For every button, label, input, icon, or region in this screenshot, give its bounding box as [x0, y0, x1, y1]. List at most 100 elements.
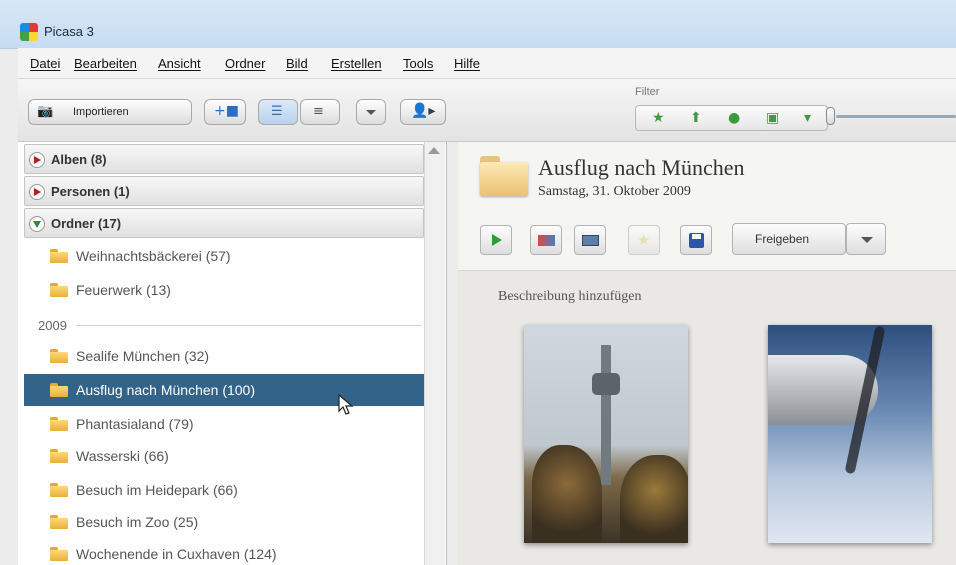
- folder-item[interactable]: Feuerwerk (13): [24, 274, 424, 306]
- add-description-field[interactable]: Beschreibung hinzufügen: [498, 289, 641, 305]
- person-icon[interactable]: ●: [728, 110, 740, 126]
- collage-button[interactable]: [530, 225, 562, 255]
- menu-ansicht[interactable]: Ansicht: [158, 56, 201, 71]
- folder-label: Sealife München (32): [76, 348, 210, 364]
- folder-label: Wasserski (66): [76, 448, 169, 464]
- star-icon: ★: [637, 231, 651, 249]
- picasa-window: Picasa 3 Datei Bearbeiten Ansicht Ordner…: [0, 0, 956, 565]
- menu-hilfe[interactable]: Hilfe: [454, 56, 480, 71]
- folder-item[interactable]: Phantasialand (79): [24, 408, 424, 440]
- album-folder-icon: [480, 156, 528, 196]
- folder-icon: [50, 417, 68, 431]
- section-albums[interactable]: Alben (8): [24, 144, 424, 174]
- person-share-icon: 👤▸: [411, 103, 436, 119]
- folder-item[interactable]: Sealife München (32): [24, 340, 424, 372]
- tree-shape: [532, 445, 602, 543]
- import-label: Importieren: [73, 106, 129, 118]
- people-button[interactable]: 👤▸: [400, 99, 446, 125]
- chevron-down-icon: [861, 237, 873, 243]
- album-view-pane: Ausflug nach München Samstag, 31. Oktobe…: [458, 142, 956, 565]
- folder-icon: [50, 547, 68, 561]
- section-label: Alben (8): [51, 152, 107, 167]
- folder-item[interactable]: Besuch im Heidepark (66): [24, 474, 424, 506]
- view-options-dropdown[interactable]: [356, 99, 386, 125]
- share-button[interactable]: Freigeben: [732, 223, 846, 255]
- upload-icon[interactable]: ⬆: [690, 110, 702, 126]
- menu-ordner[interactable]: Ordner: [225, 56, 265, 71]
- folder-item[interactable]: Wasserski (66): [24, 440, 424, 472]
- folder-label: Ausflug nach München (100): [76, 382, 255, 398]
- menu-bild[interactable]: Bild: [286, 56, 308, 71]
- collapsed-arrow-icon: [29, 152, 45, 168]
- photo-thumbnail-olympic-tower[interactable]: [524, 325, 688, 543]
- section-label: Ordner (17): [51, 216, 122, 231]
- folder-item[interactable]: Wochenende in Cuxhaven (124): [24, 538, 424, 565]
- tree-view-icon: ≡: [313, 104, 324, 119]
- album-date: Samstag, 31. Oktober 2009: [538, 184, 691, 199]
- import-button[interactable]: 📷 Importieren: [28, 99, 192, 125]
- filter-slider-track[interactable]: [836, 115, 956, 118]
- section-people[interactable]: Personen (1): [24, 176, 424, 206]
- folder-label: Besuch im Zoo (25): [76, 514, 199, 530]
- folder-label: Feuerwerk (13): [76, 282, 171, 298]
- movie-button[interactable]: [574, 225, 606, 255]
- play-icon: [492, 234, 502, 246]
- view-list-button[interactable]: ☰: [258, 99, 298, 125]
- filter-slider-thumb[interactable]: [826, 107, 835, 125]
- photo-thumbnail-airplane-propeller[interactable]: [768, 325, 932, 543]
- expanded-arrow-icon: [29, 216, 45, 232]
- menu-tools[interactable]: Tools: [403, 56, 433, 71]
- folder-icon: [50, 383, 68, 397]
- folder-icon: [50, 483, 68, 497]
- folder-item-selected[interactable]: Ausflug nach München (100): [24, 374, 424, 406]
- picasa-logo-icon: [20, 23, 38, 41]
- window-title: Picasa 3: [44, 24, 94, 39]
- menu-bar: Datei Bearbeiten Ansicht Ordner Bild Ers…: [18, 48, 956, 79]
- folder-label: Weihnachtsbäckerei (57): [76, 248, 231, 264]
- movie-icon[interactable]: ▣: [766, 110, 779, 126]
- album-header: Ausflug nach München Samstag, 31. Oktobe…: [458, 142, 956, 271]
- section-label: Personen (1): [51, 184, 130, 199]
- folder-icon: [50, 283, 68, 297]
- share-dropdown-button[interactable]: [846, 223, 886, 255]
- save-button[interactable]: [680, 225, 712, 255]
- chevron-down-icon: [366, 110, 376, 115]
- star-album-button[interactable]: ★: [628, 225, 660, 255]
- title-bar: Picasa 3: [0, 0, 956, 49]
- tower-head-shape: [592, 373, 620, 395]
- section-folders[interactable]: Ordner (17): [24, 208, 424, 238]
- floppy-label-icon: [692, 234, 701, 239]
- movie-maker-icon: [582, 235, 599, 246]
- folder-label: Phantasialand (79): [76, 416, 194, 432]
- tower-shape: [601, 345, 611, 485]
- filter-bar: ★ ⬆ ● ▣ ▾: [635, 105, 828, 131]
- folder-label: Besuch im Heidepark (66): [76, 482, 238, 498]
- year-divider-line: [76, 325, 422, 326]
- collage-icon: [538, 235, 555, 246]
- scroll-up-arrow-icon[interactable]: [428, 147, 440, 154]
- geotag-icon[interactable]: ▾: [804, 110, 811, 126]
- menu-datei[interactable]: Datei: [30, 56, 60, 71]
- add-to-album-button[interactable]: +■: [204, 99, 246, 125]
- list-view-icon: ☰: [271, 104, 283, 119]
- tree-shape: [620, 455, 688, 543]
- folder-list-pane: Alben (8) Personen (1) Ordner (17) Weihn…: [18, 142, 447, 565]
- year-divider-label: 2009: [38, 318, 67, 333]
- main-toolbar: 📷 Importieren +■ ☰ ≡ 👤▸ Filter ★ ⬆ ● ▣ ▾: [18, 79, 956, 142]
- share-label: Freigeben: [755, 232, 810, 246]
- folder-icon: [50, 449, 68, 463]
- album-title: Ausflug nach München: [538, 155, 745, 180]
- view-tree-button[interactable]: ≡: [300, 99, 340, 125]
- slideshow-button[interactable]: [480, 225, 512, 255]
- menu-bearbeiten[interactable]: Bearbeiten: [74, 56, 137, 71]
- filter-label: Filter: [635, 86, 660, 98]
- folder-label: Wochenende in Cuxhaven (124): [76, 546, 277, 562]
- folder-item[interactable]: Weihnachtsbäckerei (57): [24, 240, 424, 272]
- folder-item[interactable]: Besuch im Zoo (25): [24, 506, 424, 538]
- mouse-cursor-icon: [338, 394, 354, 415]
- folder-icon: [50, 249, 68, 263]
- star-icon[interactable]: ★: [652, 110, 665, 126]
- folder-list-scrollbar[interactable]: [424, 142, 445, 565]
- menu-erstellen[interactable]: Erstellen: [331, 56, 382, 71]
- collapsed-arrow-icon: [29, 184, 45, 200]
